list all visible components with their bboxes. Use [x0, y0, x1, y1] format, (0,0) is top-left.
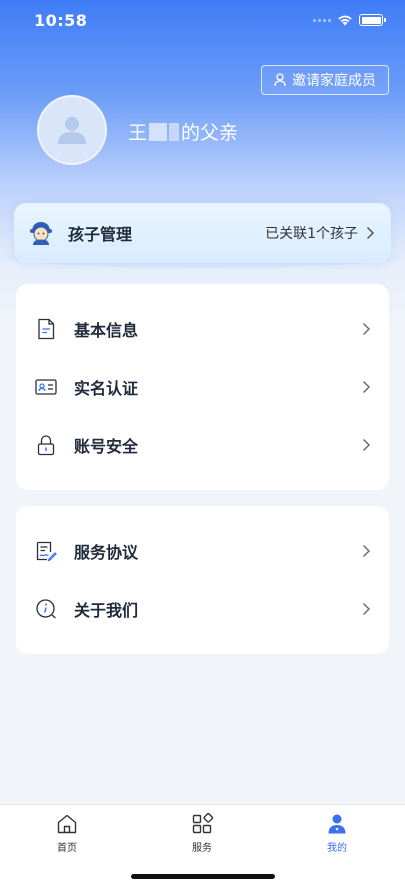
menu-label-account-security: 账号安全: [74, 437, 139, 456]
tab-home-label: 首页: [57, 843, 77, 854]
tab-mine-label: 我的: [327, 843, 347, 854]
masked-name: [149, 122, 180, 141]
person-icon: [274, 73, 286, 87]
wifi-icon: [338, 15, 352, 26]
chevron-right-icon: [363, 439, 370, 451]
lock-icon: [35, 434, 57, 456]
menu-item-basic-info[interactable]: 基本信息: [16, 304, 389, 354]
profile-icon: [328, 814, 346, 834]
status-time: 10:58: [34, 11, 88, 30]
user-name-suffix: 的父亲: [181, 122, 239, 144]
header-background: [0, 0, 405, 330]
menu-item-service-agreement[interactable]: 服务协议: [16, 526, 389, 576]
status-bar: 10:58: [0, 0, 405, 44]
info-icon: [35, 598, 57, 620]
about-menu-card: 服务协议 关于我们: [16, 506, 389, 654]
tab-services-label: 服务: [192, 843, 212, 854]
invite-family-label: 邀请家庭成员: [292, 73, 376, 89]
chevron-right-icon: [363, 323, 370, 335]
child-icon: [30, 222, 52, 245]
menu-label-service-agreement: 服务协议: [74, 543, 139, 562]
chevron-right-icon: [363, 545, 370, 557]
status-icons: [313, 14, 386, 26]
invite-family-button[interactable]: 邀请家庭成员: [261, 65, 389, 95]
menu-item-about-us[interactable]: 关于我们: [16, 584, 389, 634]
chevron-right-icon: [363, 381, 370, 393]
menu-item-real-name-auth[interactable]: 实名认证: [16, 362, 389, 412]
tab-mine[interactable]: 我的: [307, 813, 367, 854]
account-menu-card: 基本信息 实名认证 账号安全: [16, 284, 389, 490]
avatar[interactable]: [37, 95, 107, 165]
user-name: 王 的父亲: [128, 118, 238, 145]
menu-label-real-name-auth: 实名认证: [74, 379, 139, 398]
cellular-signal-icon: [313, 18, 331, 22]
chevron-right-icon: [363, 603, 370, 615]
child-management-card[interactable]: 孩子管理 已关联1个孩子: [14, 203, 391, 263]
menu-item-account-security[interactable]: 账号安全: [16, 420, 389, 470]
chevron-right-icon: [366, 226, 375, 240]
battery-icon: [359, 14, 386, 26]
linked-children-status: 已关联1个孩子: [265, 226, 358, 242]
signed-document-icon: [35, 540, 57, 562]
home-indicator: [131, 874, 275, 879]
default-avatar-icon: [58, 117, 86, 144]
menu-label-basic-info: 基本信息: [74, 321, 139, 340]
document-icon: [35, 318, 57, 340]
grid-icon: [192, 813, 213, 834]
id-card-icon: [35, 376, 57, 398]
child-management-title: 孩子管理: [68, 225, 133, 244]
home-icon: [57, 814, 77, 834]
user-name-prefix: 王: [128, 122, 148, 144]
tab-home[interactable]: 首页: [37, 813, 97, 854]
menu-label-about-us: 关于我们: [74, 601, 139, 620]
tab-services[interactable]: 服务: [172, 813, 232, 854]
